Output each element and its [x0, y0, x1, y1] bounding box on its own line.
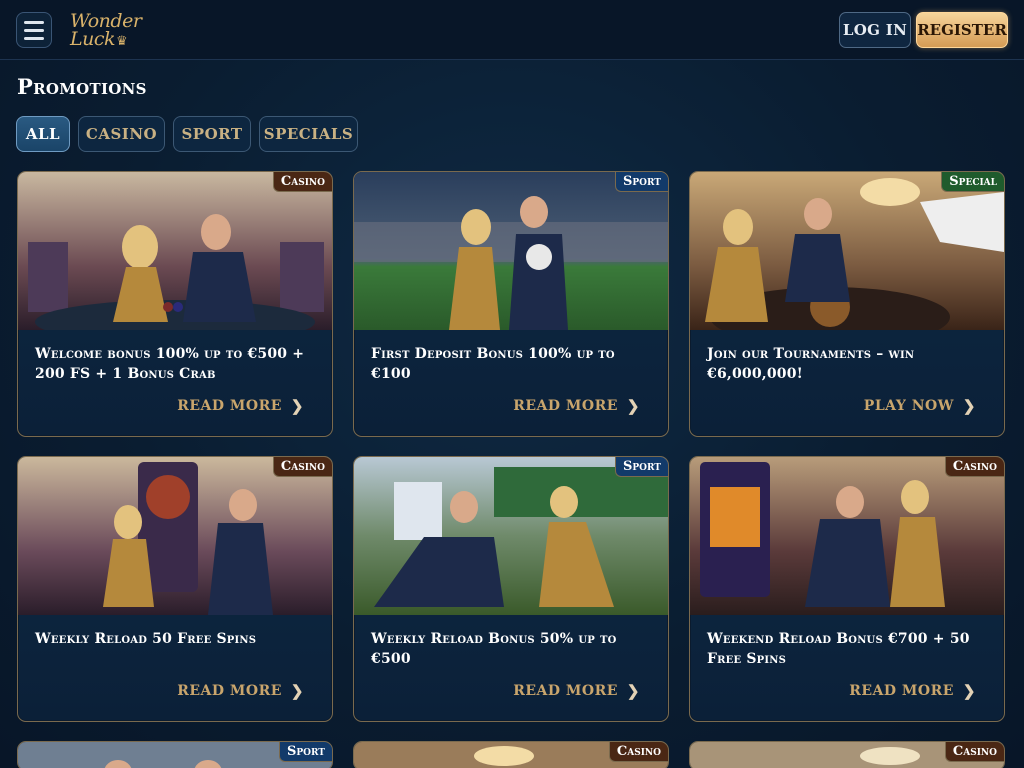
top-header: Wonder Luck ♛ LOG IN REGISTER: [0, 0, 1024, 60]
promo-image-roulette-couple: [690, 172, 1004, 330]
category-badge: Casino: [944, 742, 1004, 762]
category-badge: Casino: [272, 172, 332, 192]
hamburger-icon: [24, 20, 44, 24]
register-button[interactable]: REGISTER: [916, 12, 1008, 48]
hamburger-menu-button[interactable]: [16, 12, 52, 48]
cta-label: READ MORE: [849, 683, 954, 699]
promo-image-stadium-couple: [354, 172, 668, 330]
promo-image-casino-couple: [18, 172, 332, 330]
promo-card[interactable]: Sport: [17, 741, 333, 768]
promo-image-slot-couple: [690, 457, 1004, 615]
read-more-link[interactable]: READ MORE ❯: [849, 682, 976, 700]
category-badge: Sport: [614, 457, 668, 477]
promo-title: Weekly Reload 50 Free Spins: [35, 631, 257, 647]
category-badge: Casino: [944, 457, 1004, 477]
promo-title: Welcome bonus 100% up to €500 + 200 FS +…: [35, 346, 305, 382]
cta-label: READ MORE: [513, 398, 618, 414]
promo-title: Weekend Reload Bonus €700 + 50 Free Spin…: [707, 631, 970, 667]
tab-casino[interactable]: CASINO: [78, 116, 165, 152]
hamburger-icon-bar: [24, 36, 44, 40]
category-badge: Sport: [278, 742, 332, 762]
cta-label: PLAY NOW: [863, 398, 954, 414]
promo-title: First Deposit Bonus 100% up to €100: [371, 346, 615, 382]
cta-label: READ MORE: [513, 683, 618, 699]
promo-card[interactable]: Casino Welcome bonus 100% up to €500 + 2…: [17, 171, 333, 437]
read-more-link[interactable]: READ MORE ❯: [177, 397, 304, 415]
promo-card[interactable]: Casino Weekend Reload Bonus €700 + 50 Fr…: [689, 456, 1005, 722]
category-badge: Special: [941, 172, 1004, 192]
chevron-right-icon: ❯: [626, 397, 640, 415]
crown-icon: ♛: [116, 34, 128, 49]
category-badge: Sport: [614, 172, 668, 192]
promo-card[interactable]: Sport Weekly Reload Bonus 50% up to €500…: [353, 456, 669, 722]
category-badge: Casino: [608, 742, 668, 762]
promo-card[interactable]: Special Join our Tournaments – win €6,00…: [689, 171, 1005, 437]
logo-text-line2: Luck: [70, 28, 116, 50]
wonderluck-logo[interactable]: Wonder Luck ♛: [68, 10, 142, 50]
chevron-right-icon: ❯: [290, 682, 304, 700]
tab-specials[interactable]: SPECIALS: [259, 116, 358, 152]
page-title: Promotions: [17, 74, 147, 99]
promo-title: Join our Tournaments – win €6,000,000!: [707, 346, 915, 382]
login-button[interactable]: LOG IN: [839, 12, 911, 48]
promo-card[interactable]: Sport First Deposit Bonus 100% up to €10…: [353, 171, 669, 437]
promo-image-golf-couple: [354, 457, 668, 615]
category-badge: Casino: [272, 457, 332, 477]
promo-title: Weekly Reload Bonus 50% up to €500: [371, 631, 617, 667]
hamburger-icon-bar: [24, 28, 44, 32]
promo-card[interactable]: Casino Weekly Reload 50 Free Spins READ …: [17, 456, 333, 722]
tab-sport[interactable]: SPORT: [173, 116, 251, 152]
play-now-link[interactable]: PLAY NOW ❯: [864, 397, 976, 415]
chevron-right-icon: ❯: [290, 397, 304, 415]
promo-card[interactable]: Casino: [353, 741, 669, 768]
promo-card[interactable]: Casino: [689, 741, 1005, 768]
read-more-link[interactable]: READ MORE ❯: [513, 397, 640, 415]
cta-label: READ MORE: [177, 683, 282, 699]
tab-all[interactable]: ALL: [16, 116, 70, 152]
promo-image-slot-champagne: [18, 457, 332, 615]
chevron-right-icon: ❯: [962, 397, 976, 415]
chevron-right-icon: ❯: [962, 682, 976, 700]
cta-label: READ MORE: [177, 398, 282, 414]
read-more-link[interactable]: READ MORE ❯: [177, 682, 304, 700]
chevron-right-icon: ❯: [626, 682, 640, 700]
read-more-link[interactable]: READ MORE ❯: [513, 682, 640, 700]
